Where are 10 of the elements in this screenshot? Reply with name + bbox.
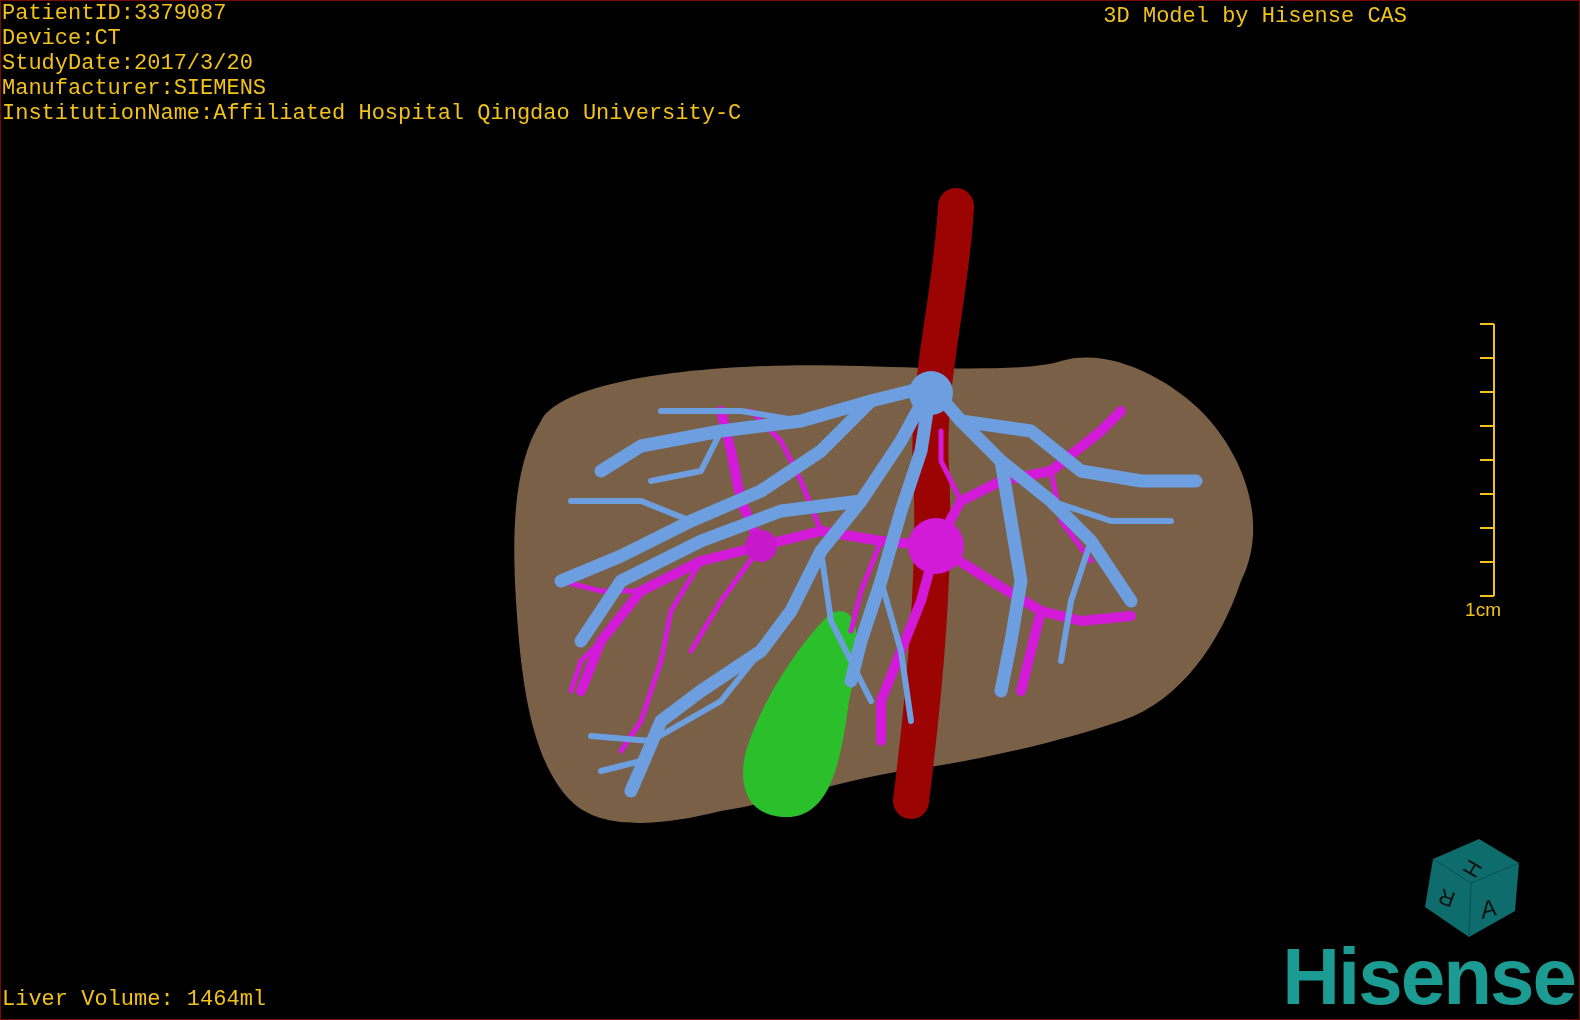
study-info-text: PatientID:3379087 bbox=[2, 1, 228, 26]
study-info-text: InstitutionName:Affiliated Hospital Qingdao University-C bbox=[2, 101, 742, 126]
scale-label: 1cm bbox=[1465, 598, 1501, 621]
viewer-title: 3D Model by Hisense CAS bbox=[1103, 3, 1407, 31]
liver-volume-text: Liver Volume: 1464ml bbox=[1, 987, 267, 1014]
study-info-text: Manufacturer:SIEMENS bbox=[2, 76, 268, 101]
scale-ruler-icon bbox=[1479, 322, 1497, 597]
study-info-text: StudyDate:2017/3/20 bbox=[2, 51, 254, 76]
logo: Hisense bbox=[1282, 941, 1575, 1019]
study-info-text: Device:CT bbox=[2, 26, 122, 51]
